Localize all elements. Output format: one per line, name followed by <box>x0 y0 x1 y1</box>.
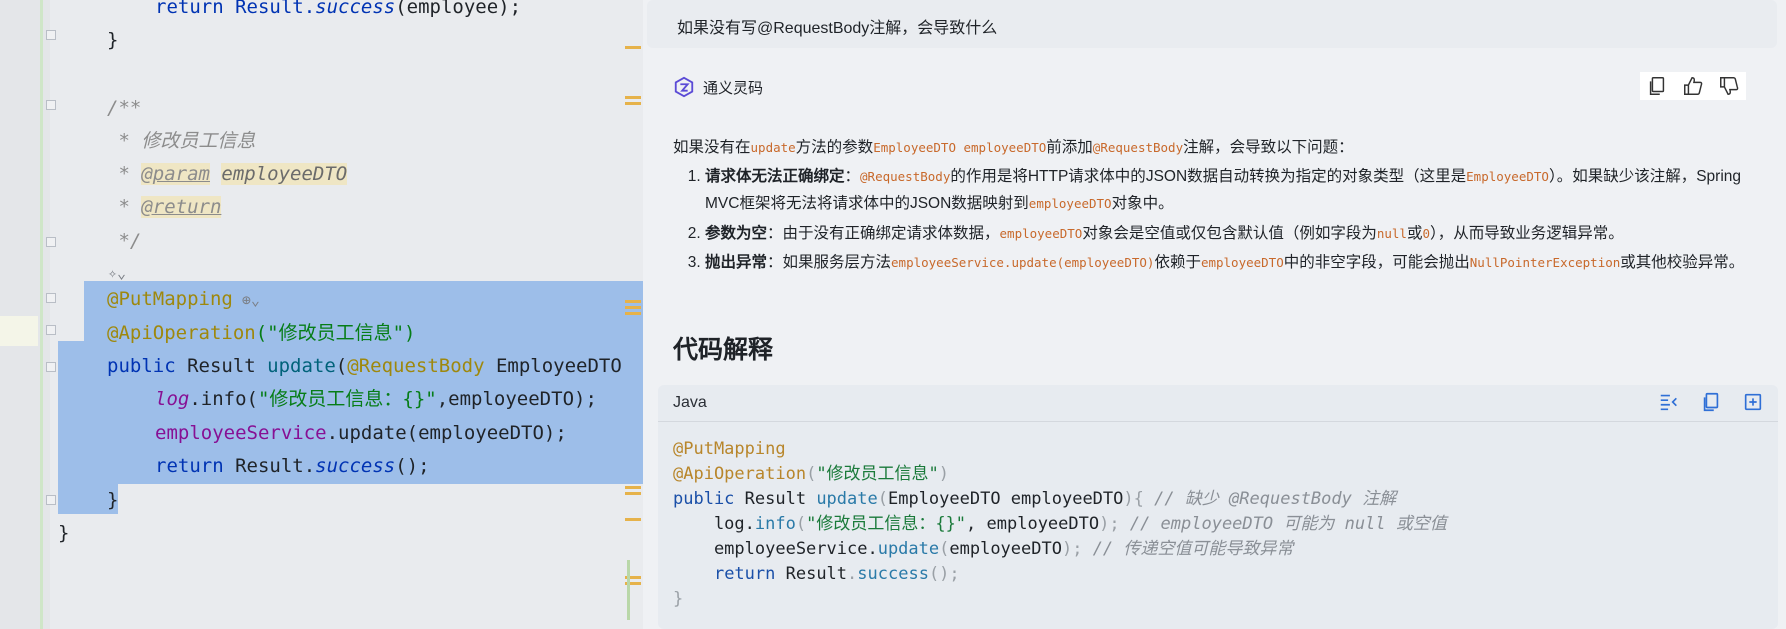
ai-assist-icon[interactable]: ✧⌄ <box>108 257 126 287</box>
issue-list: 请求体无法正确绑定：@RequestBody的作用是将HTTP请求体中的JSON… <box>673 163 1773 276</box>
assistant-header: 通义灵码 <box>673 76 763 98</box>
current-line-highlight <box>0 316 38 346</box>
new-file-icon[interactable] <box>1742 391 1764 413</box>
code-language-label: Java <box>673 394 707 411</box>
code-line: * @return <box>107 196 222 218</box>
code-block-header: Java <box>658 385 1778 422</box>
code-editor[interactable]: return Result.success(employee); } /** *… <box>0 0 643 629</box>
code-toolbar <box>1658 391 1764 413</box>
thumbs-down-icon[interactable] <box>1718 75 1740 97</box>
section-heading: 代码解释 <box>673 336 774 364</box>
list-item: 抛出异常：如果服务层方法employeeService.update(emplo… <box>705 249 1773 276</box>
code-block: Java @PutMapping @ApiOperation("修改员工信息")… <box>658 385 1778 629</box>
code-line: } <box>107 489 119 511</box>
fold-marker[interactable] <box>46 362 56 372</box>
fold-marker[interactable] <box>46 30 56 40</box>
ai-chat-panel: 如果没有写@RequestBody注解，会导致什么 通义灵码 如果没有在upda… <box>643 0 1786 629</box>
answer-body: 如果没有在update方法的参数EmployeeDTO employeeDTO前… <box>673 133 1773 276</box>
thumbs-up-icon[interactable] <box>1682 75 1704 97</box>
fold-marker[interactable] <box>46 325 56 335</box>
tongyi-logo-icon <box>674 76 694 98</box>
list-item: 参数为空：由于没有正确绑定请求体数据，employeeDTO对象会是空值或仅包含… <box>705 219 1773 249</box>
code-line: return Result.success(employee); <box>155 0 522 18</box>
change-marker <box>40 0 43 629</box>
copy-icon[interactable] <box>1646 75 1668 97</box>
code-content: @PutMapping @ApiOperation("修改员工信息") publ… <box>673 439 1447 609</box>
code-line: public Result update(@RequestBody Employ… <box>107 355 622 377</box>
code-line: return Result.success(); <box>155 455 430 477</box>
assistant-name: 通义灵码 <box>703 79 764 97</box>
code-line: } <box>107 29 119 51</box>
user-question: 如果没有写@RequestBody注解，会导致什么 <box>647 0 1777 48</box>
code-line: /** <box>107 97 142 119</box>
code-line: * @param employeeDTO <box>107 163 348 185</box>
code-line: @ApiOperation("修改员工信息") <box>107 322 416 344</box>
answer-intro: 如果没有在update方法的参数EmployeeDTO employeeDTO前… <box>673 139 1354 156</box>
list-item: 请求体无法正确绑定：@RequestBody的作用是将HTTP请求体中的JSON… <box>705 163 1773 217</box>
code-line: */ <box>107 230 142 252</box>
fold-marker[interactable] <box>46 237 56 247</box>
code-line: * 修改员工信息 <box>107 130 256 152</box>
code-line: log.info("修改员工信息：{}",employeeDTO); <box>155 388 597 410</box>
question-text: 如果没有写@RequestBody注解，会导致什么 <box>677 20 998 37</box>
code-line: } <box>58 522 70 544</box>
insert-code-icon[interactable] <box>1658 391 1680 413</box>
fold-marker[interactable] <box>46 100 56 110</box>
fold-marker[interactable] <box>46 495 56 505</box>
globe-icon[interactable]: ⊕⌄ <box>233 291 260 309</box>
answer-actions <box>1640 72 1746 100</box>
scrollbar-markers[interactable] <box>623 0 643 629</box>
code-line: @PutMapping ⊕⌄ <box>107 288 260 310</box>
copy-code-icon[interactable] <box>1700 391 1722 413</box>
code-line: employeeService.update(employeeDTO); <box>155 422 567 444</box>
fold-marker[interactable] <box>46 293 56 303</box>
editor-gutter <box>0 0 56 629</box>
